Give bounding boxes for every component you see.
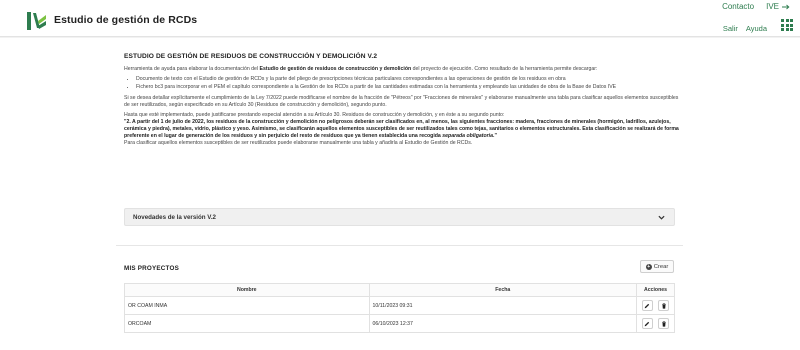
column-header-actions: Acciones: [636, 283, 675, 297]
downloads-list: Documento de texto con el Estudio de ges…: [136, 76, 680, 91]
list-item: Fichero bc3 para incorporar en el PEM el…: [136, 84, 680, 91]
column-header-date: Fecha: [368, 283, 638, 297]
logout-link[interactable]: Salir: [723, 24, 738, 33]
ive-link[interactable]: IVE: [766, 2, 790, 11]
edit-button[interactable]: [641, 318, 653, 329]
column-header-name: Nombre: [124, 283, 370, 297]
top-bar: Estudio de gestión de RCDs Contacto IVE …: [0, 0, 800, 37]
app-title: Estudio de gestión de RCDs: [54, 14, 198, 26]
law-paragraph: Si se desea detallar explícitamente el c…: [124, 95, 679, 108]
law-quote: "2. A partir del 1 de julio de 2022, los…: [124, 119, 679, 139]
contact-link[interactable]: Contacto: [722, 2, 754, 11]
delete-button[interactable]: [658, 300, 670, 311]
pencil-icon: [645, 321, 650, 326]
intro-section: ESTUDIO DE GESTIÓN DE RESIDUOS DE CONSTR…: [124, 53, 680, 150]
chevron-down-icon: [658, 215, 665, 220]
trash-icon: [661, 320, 666, 327]
list-item: Documento de texto con el Estudio de ges…: [136, 76, 680, 83]
pencil-icon: [645, 303, 650, 308]
create-button-label: Crear: [653, 263, 669, 270]
intro-paragraph: Herramienta de ayuda para elaborar la do…: [124, 66, 598, 72]
arrow-right-icon: [782, 4, 790, 9]
row-actions: [636, 296, 675, 315]
main-content: ESTUDIO DE GESTIÓN DE RESIDUOS DE CONSTR…: [0, 38, 800, 350]
accordion-title: Novedades de la versión V.2: [133, 214, 216, 221]
user-links: Salir Ayuda: [723, 24, 767, 33]
table-row[interactable]: ORCOAM 06/10/2023 12:37: [124, 314, 675, 333]
create-project-button[interactable]: + Crear: [640, 260, 674, 273]
trash-icon: [661, 302, 666, 309]
projects-title: MIS PROYECTOS: [124, 265, 179, 272]
release-notes-accordion[interactable]: Novedades de la versión V.2: [124, 208, 675, 226]
section-divider: [116, 245, 683, 246]
delete-button[interactable]: [658, 318, 670, 329]
projects-table: Nombre Fecha Acciones OR COAM INMA 10/11…: [124, 283, 675, 333]
help-link[interactable]: Ayuda: [746, 24, 767, 33]
project-date: 10/11/2023 09:31: [368, 296, 638, 315]
project-name[interactable]: ORCOAM: [124, 314, 370, 333]
project-date: 06/10/2023 12:37: [368, 314, 638, 333]
apps-grid-icon[interactable]: [781, 19, 793, 31]
intro-bold-text: Estudio de gestión de residuos de constr…: [259, 66, 412, 72]
ive-logo-icon[interactable]: [27, 11, 46, 31]
project-name[interactable]: OR COAM INMA: [124, 296, 370, 315]
article-paragraph: Hasta que esté implementado, puede justi…: [124, 112, 505, 118]
page-title: ESTUDIO DE GESTIÓN DE RESIDUOS DE CONSTR…: [124, 53, 378, 60]
top-links: Contacto IVE: [722, 2, 790, 11]
row-actions: [636, 314, 675, 333]
table-row[interactable]: OR COAM INMA 10/11/2023 09:31: [124, 296, 675, 315]
plus-circle-icon: +: [645, 263, 652, 270]
closing-paragraph: Para clasificar aquellos elementos susce…: [124, 140, 473, 146]
ive-link-label: IVE: [766, 2, 779, 11]
table-header-row: Nombre Fecha Acciones: [124, 283, 675, 297]
edit-button[interactable]: [641, 300, 653, 311]
